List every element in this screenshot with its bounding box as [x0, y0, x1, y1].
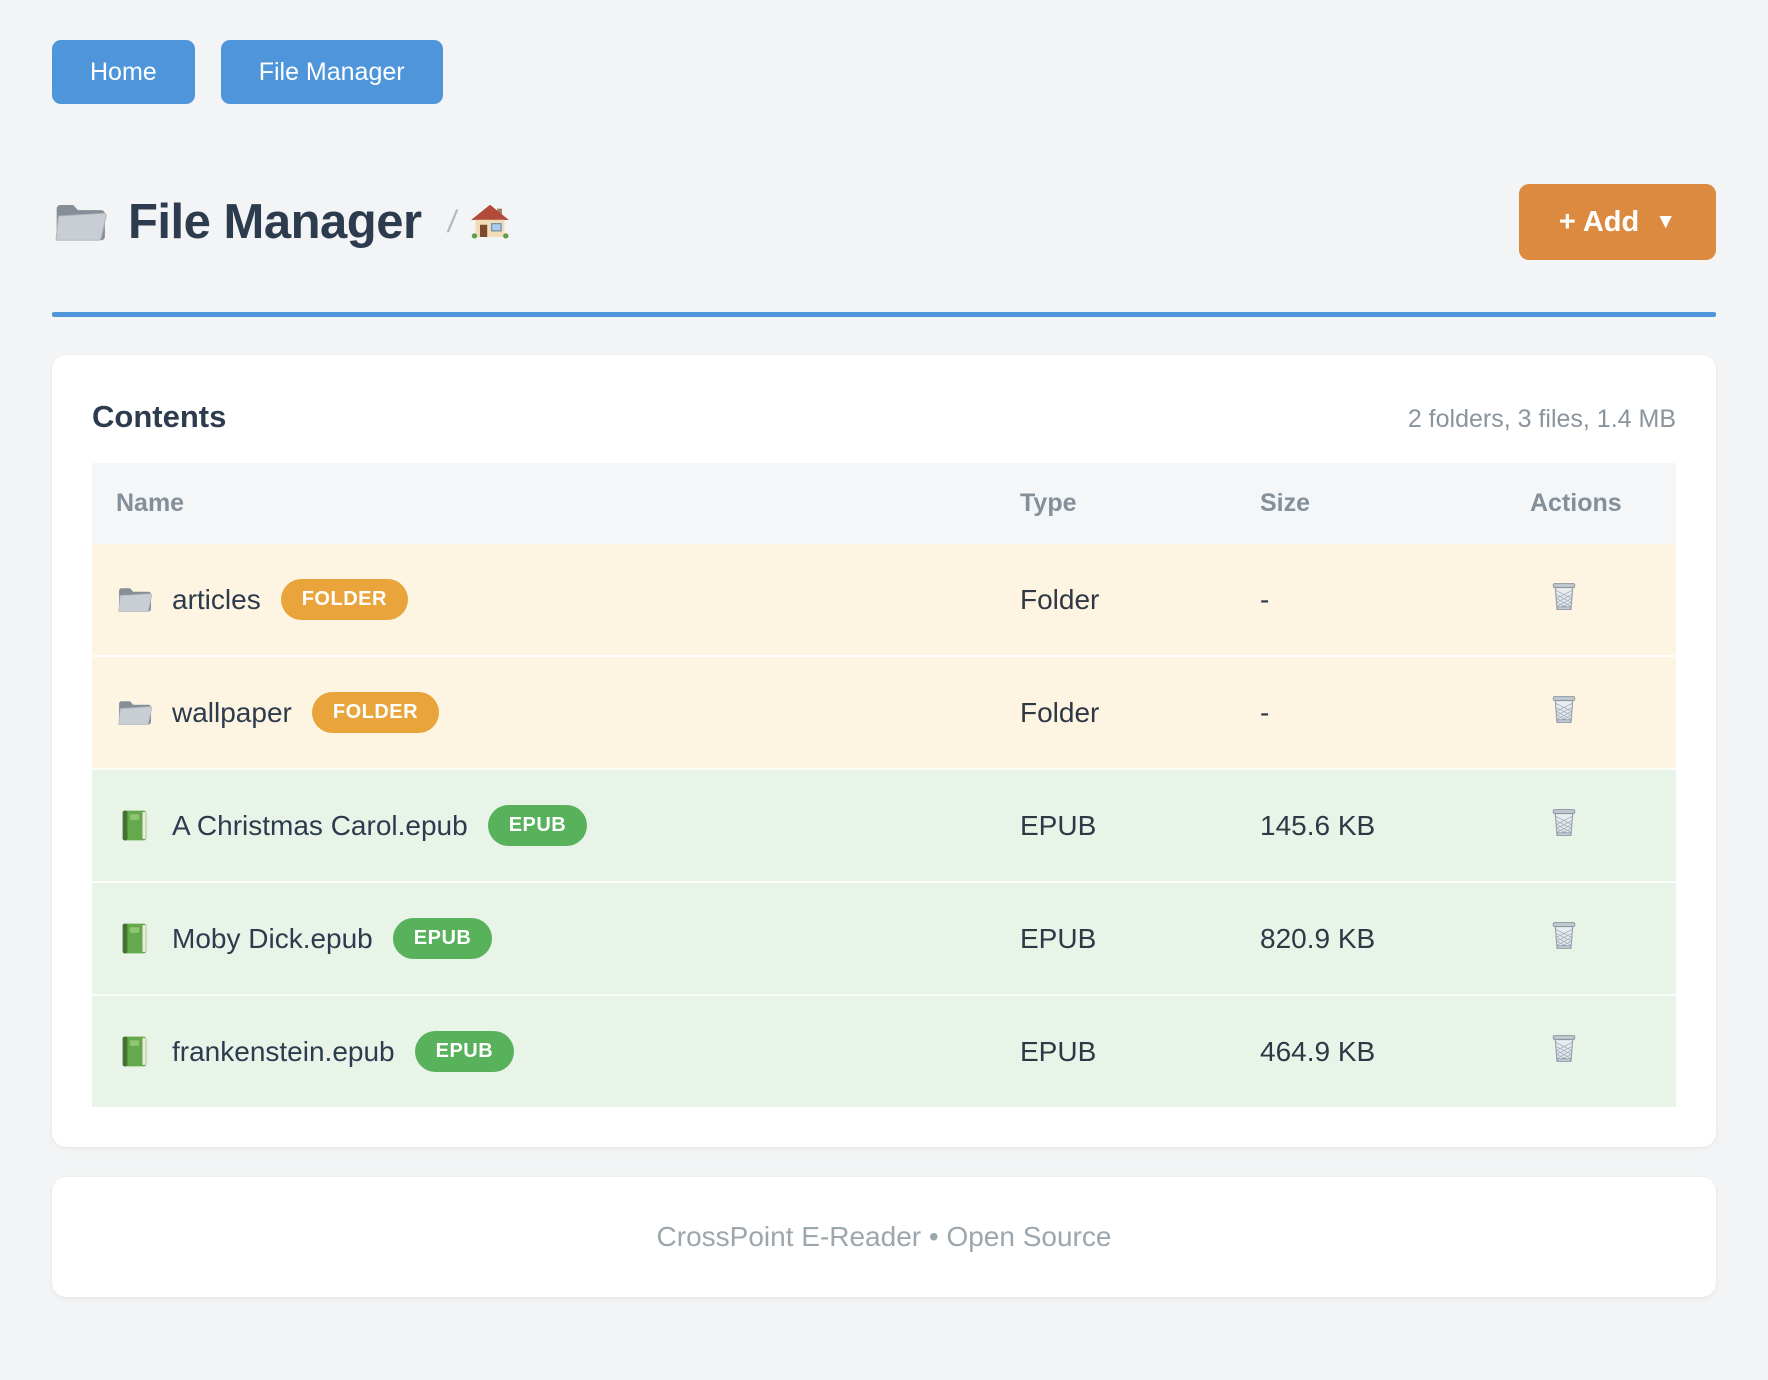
- file-name[interactable]: A Christmas Carol.epub: [172, 810, 468, 842]
- top-nav: Home File Manager: [52, 40, 1716, 104]
- name-cell: articles FOLDER: [116, 579, 972, 620]
- book-icon: [116, 920, 153, 957]
- page-title: File Manager: [128, 194, 422, 250]
- table-body: articles FOLDER Folder - wallpaper FOLDE…: [92, 544, 1676, 1107]
- delete-button[interactable]: [1546, 578, 1582, 614]
- file-name[interactable]: articles: [172, 584, 261, 616]
- trash-icon: [1546, 691, 1582, 727]
- type-badge: FOLDER: [281, 579, 408, 620]
- name-cell: wallpaper FOLDER: [116, 692, 972, 733]
- breadcrumb-separator: /: [445, 204, 459, 240]
- trash-icon: [1546, 578, 1582, 614]
- file-name[interactable]: frankenstein.epub: [172, 1036, 395, 1068]
- page-header: File Manager / + Add ▼: [52, 184, 1716, 260]
- type-cell: EPUB: [996, 882, 1236, 995]
- folder-icon: [116, 694, 153, 731]
- table-row: A Christmas Carol.epub EPUB EPUB 145.6 K…: [92, 769, 1676, 882]
- title-group: File Manager /: [52, 194, 510, 250]
- name-cell: Moby Dick.epub EPUB: [116, 918, 972, 959]
- folder-icon: [116, 581, 153, 618]
- type-badge: FOLDER: [312, 692, 439, 733]
- type-badge: EPUB: [415, 1031, 515, 1072]
- nav-file-manager-button[interactable]: File Manager: [221, 40, 443, 104]
- type-cell: EPUB: [996, 995, 1236, 1107]
- delete-button[interactable]: [1546, 804, 1582, 840]
- house-icon[interactable]: [470, 202, 510, 242]
- column-header-type: Type: [996, 463, 1236, 544]
- column-header-size: Size: [1236, 463, 1506, 544]
- contents-card: Contents 2 folders, 3 files, 1.4 MB Name…: [52, 355, 1716, 1147]
- name-cell: A Christmas Carol.epub EPUB: [116, 805, 972, 846]
- table-row: wallpaper FOLDER Folder -: [92, 656, 1676, 769]
- folder-icon: [52, 194, 108, 250]
- trash-icon: [1546, 917, 1582, 953]
- footer-card: CrossPoint E-Reader • Open Source: [52, 1177, 1716, 1297]
- column-header-actions: Actions: [1506, 463, 1676, 544]
- type-cell: EPUB: [996, 769, 1236, 882]
- page: Home File Manager File Manager / + Add ▼…: [0, 0, 1768, 1365]
- chevron-down-icon: ▼: [1655, 210, 1676, 234]
- size-cell: -: [1236, 656, 1506, 769]
- size-cell: -: [1236, 544, 1506, 656]
- trash-icon: [1546, 804, 1582, 840]
- type-badge: EPUB: [488, 805, 588, 846]
- delete-button[interactable]: [1546, 1030, 1582, 1066]
- type-badge: EPUB: [393, 918, 493, 959]
- table-row: frankenstein.epub EPUB EPUB 464.9 KB: [92, 995, 1676, 1107]
- type-cell: Folder: [996, 544, 1236, 656]
- title-divider: [52, 312, 1716, 317]
- files-table: Name Type Size Actions articles FOLDER F…: [92, 463, 1676, 1107]
- breadcrumb: /: [448, 202, 511, 242]
- book-icon: [116, 1033, 153, 1070]
- type-cell: Folder: [996, 656, 1236, 769]
- nav-home-button[interactable]: Home: [52, 40, 195, 104]
- contents-summary: 2 folders, 3 files, 1.4 MB: [1408, 405, 1676, 434]
- delete-button[interactable]: [1546, 691, 1582, 727]
- contents-heading: Contents: [92, 399, 226, 435]
- table-row: Moby Dick.epub EPUB EPUB 820.9 KB: [92, 882, 1676, 995]
- file-name[interactable]: wallpaper: [172, 697, 292, 729]
- trash-icon: [1546, 1030, 1582, 1066]
- table-row: articles FOLDER Folder -: [92, 544, 1676, 656]
- name-cell: frankenstein.epub EPUB: [116, 1031, 972, 1072]
- delete-button[interactable]: [1546, 917, 1582, 953]
- table-header-row: Name Type Size Actions: [92, 463, 1676, 544]
- size-cell: 820.9 KB: [1236, 882, 1506, 995]
- contents-card-header: Contents 2 folders, 3 files, 1.4 MB: [92, 399, 1676, 435]
- column-header-name: Name: [92, 463, 996, 544]
- size-cell: 145.6 KB: [1236, 769, 1506, 882]
- book-icon: [116, 807, 153, 844]
- add-button-label: + Add: [1559, 206, 1639, 239]
- add-button[interactable]: + Add ▼: [1519, 184, 1716, 260]
- file-name[interactable]: Moby Dick.epub: [172, 923, 373, 955]
- footer-text: CrossPoint E-Reader • Open Source: [657, 1221, 1112, 1253]
- size-cell: 464.9 KB: [1236, 995, 1506, 1107]
